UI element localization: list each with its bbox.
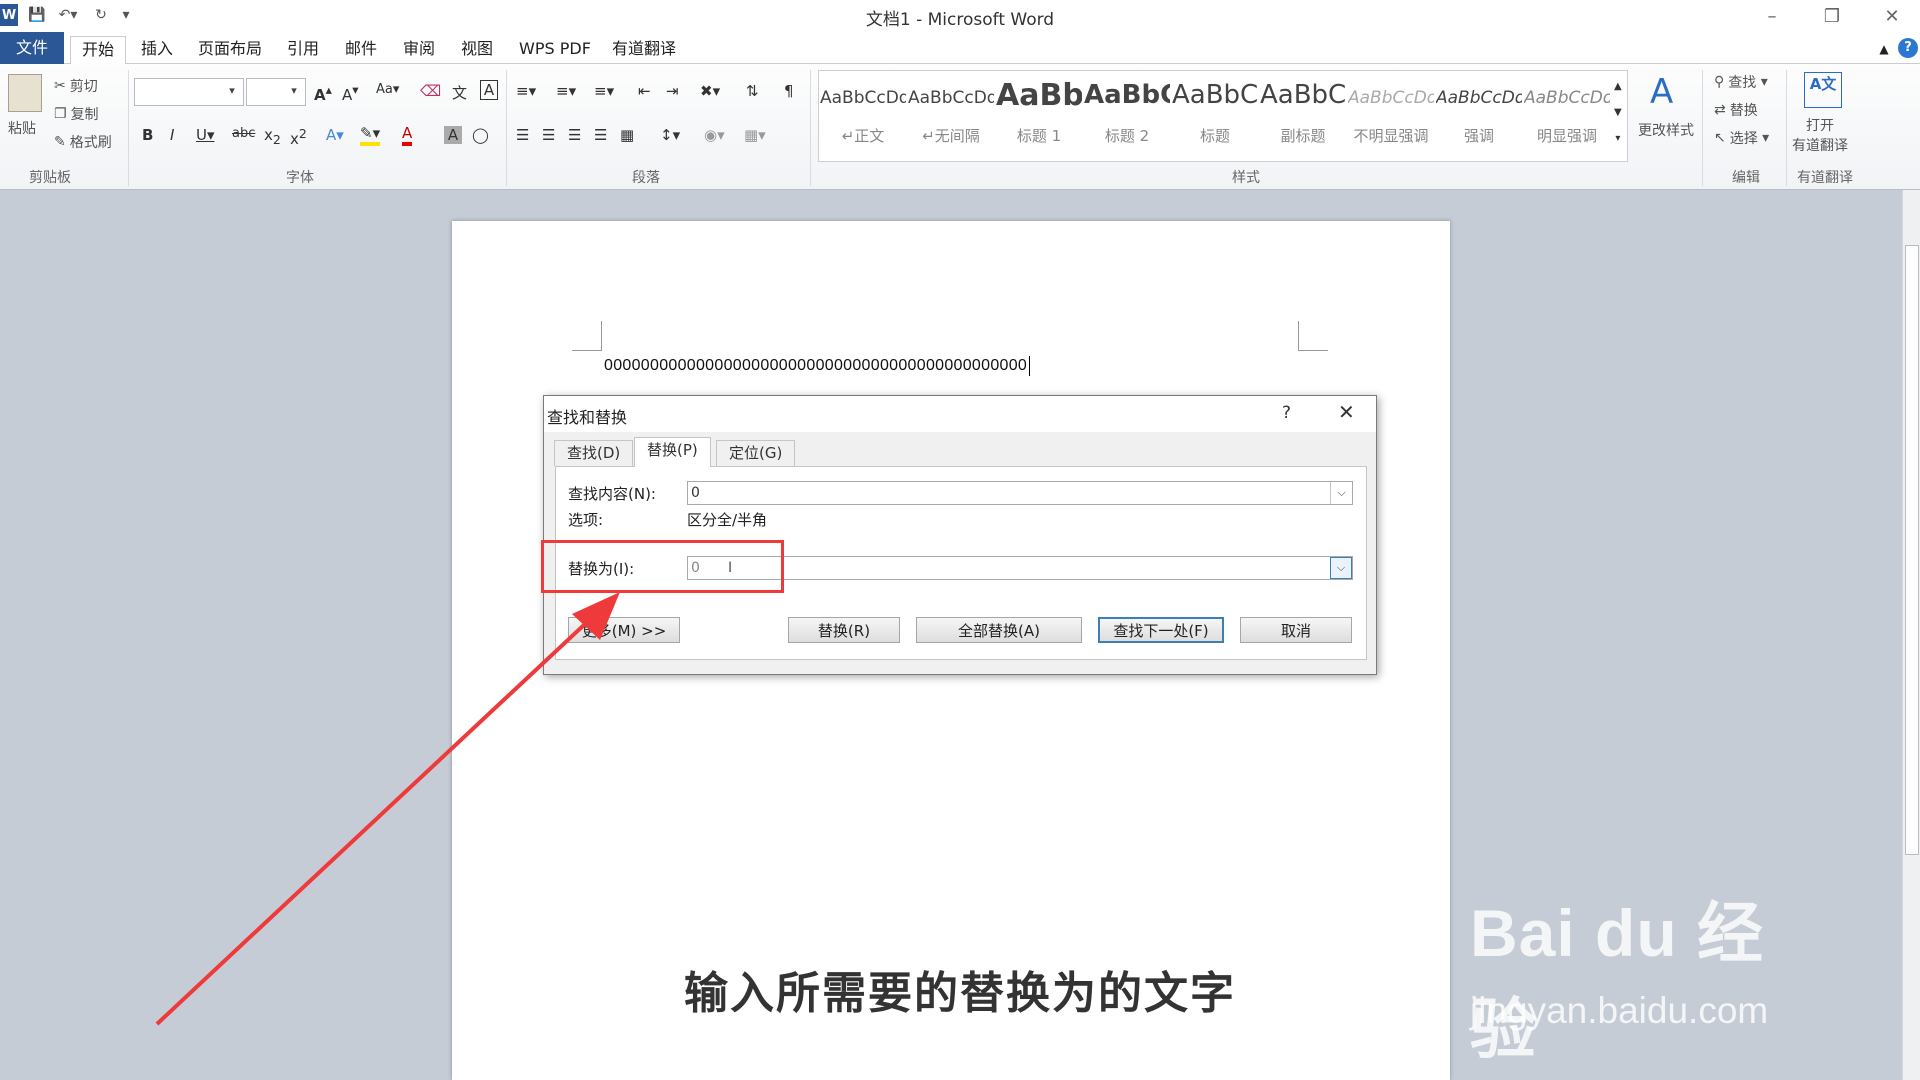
tab-replace[interactable]: 替换(P): [634, 437, 711, 467]
baidu-watermark: Bai du 经验 jingyan.baidu.com: [1470, 880, 1830, 1066]
arrowhead-icon: [572, 592, 620, 640]
watermark-brand: Bai du 经验: [1470, 896, 1765, 1066]
watermark-url: jingyan.baidu.com: [1470, 990, 1769, 1031]
